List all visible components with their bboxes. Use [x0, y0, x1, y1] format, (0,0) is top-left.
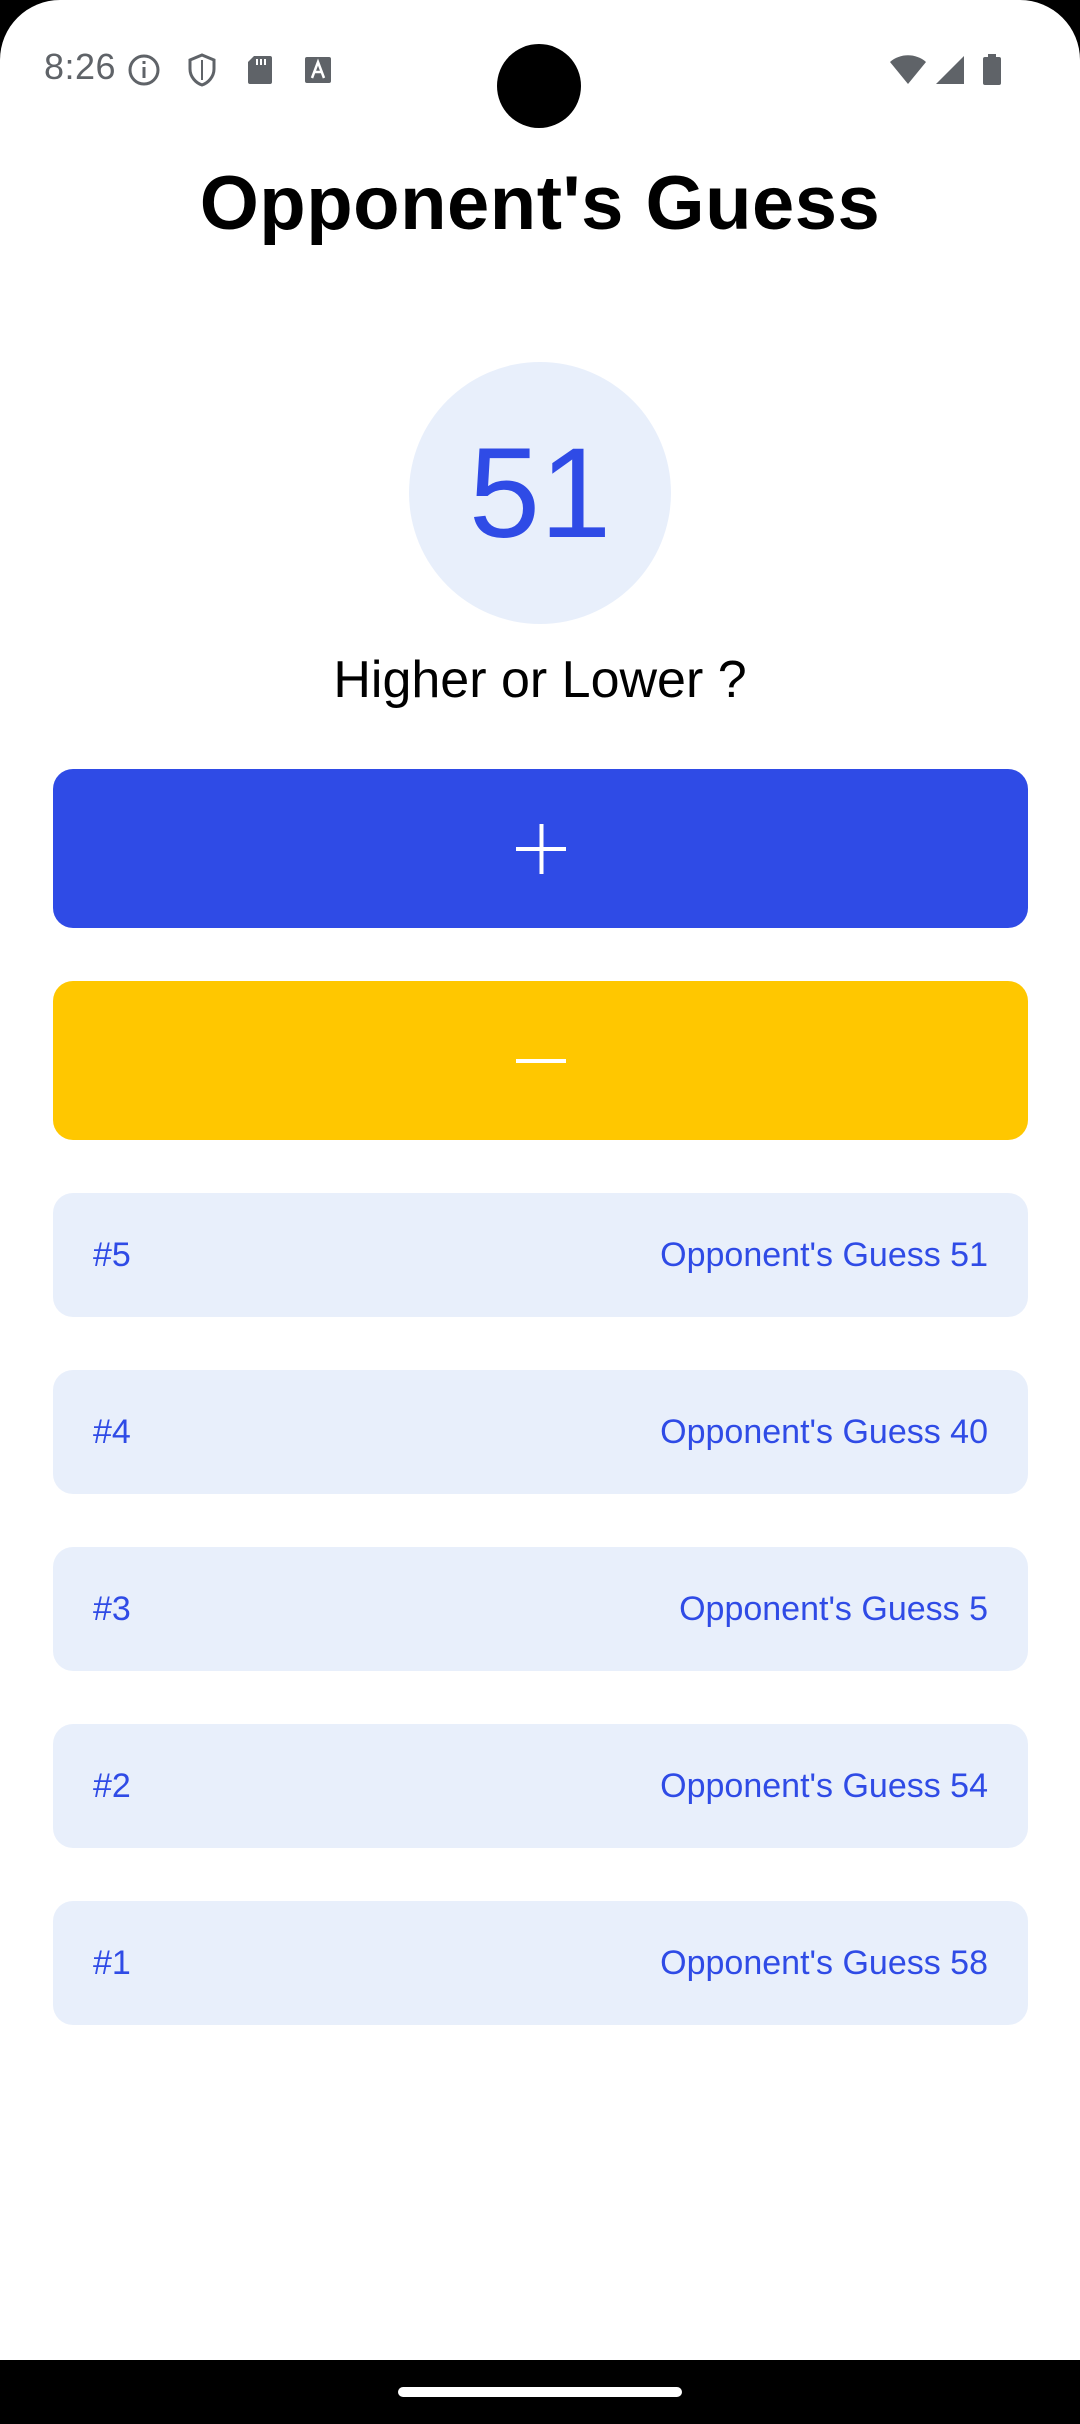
signal-icon: [936, 56, 964, 84]
guess-log-text: Opponent's Guess 51: [660, 1235, 988, 1274]
battery-icon: [983, 54, 1001, 85]
app-screen: 8:26 Opponent's Guess 51 Higher or Lower…: [0, 0, 1080, 2360]
guess-log-text: Opponent's Guess 54: [660, 1766, 988, 1805]
status-bar: 8:26: [0, 0, 1080, 140]
current-guess-container: 51: [409, 362, 671, 624]
wifi-icon: [890, 55, 926, 84]
minus-icon: [515, 1058, 566, 1063]
page-title: Opponent's Guess: [199, 161, 881, 246]
current-guess-number: 51: [468, 421, 612, 565]
plus-icon: [515, 823, 566, 874]
guess-log-index: #3: [93, 1589, 131, 1628]
shield-icon: [188, 53, 216, 87]
guess-log-item: #4 Opponent's Guess 40: [53, 1370, 1028, 1494]
guess-log-index: #5: [93, 1235, 131, 1274]
guess-log-index: #1: [93, 1943, 131, 1982]
home-indicator[interactable]: [398, 2387, 682, 2397]
guess-log-item: #1 Opponent's Guess 58: [53, 1901, 1028, 2025]
higher-button[interactable]: [53, 769, 1028, 928]
guess-log-text: Opponent's Guess 58: [660, 1943, 988, 1982]
guess-log-item: #3 Opponent's Guess 5: [53, 1547, 1028, 1671]
info-icon: [128, 54, 160, 86]
lower-button[interactable]: [53, 981, 1028, 1140]
guess-log-item: #5 Opponent's Guess 51: [53, 1193, 1028, 1317]
sd-card-icon: [248, 56, 272, 84]
guess-log-text: Opponent's Guess 5: [679, 1589, 988, 1628]
guess-log-index: #4: [93, 1412, 131, 1451]
guess-log-item: #2 Opponent's Guess 54: [53, 1724, 1028, 1848]
keyboard-a-icon: [305, 57, 331, 83]
camera-cutout: [497, 44, 581, 128]
higher-lower-prompt: Higher or Lower ?: [333, 651, 747, 709]
status-time: 8:26: [44, 46, 117, 87]
guess-log-index: #2: [93, 1766, 131, 1805]
guess-log-list: #5 Opponent's Guess 51 #4 Opponent's Gue…: [53, 1193, 1028, 2078]
guess-log-text: Opponent's Guess 40: [660, 1412, 988, 1451]
